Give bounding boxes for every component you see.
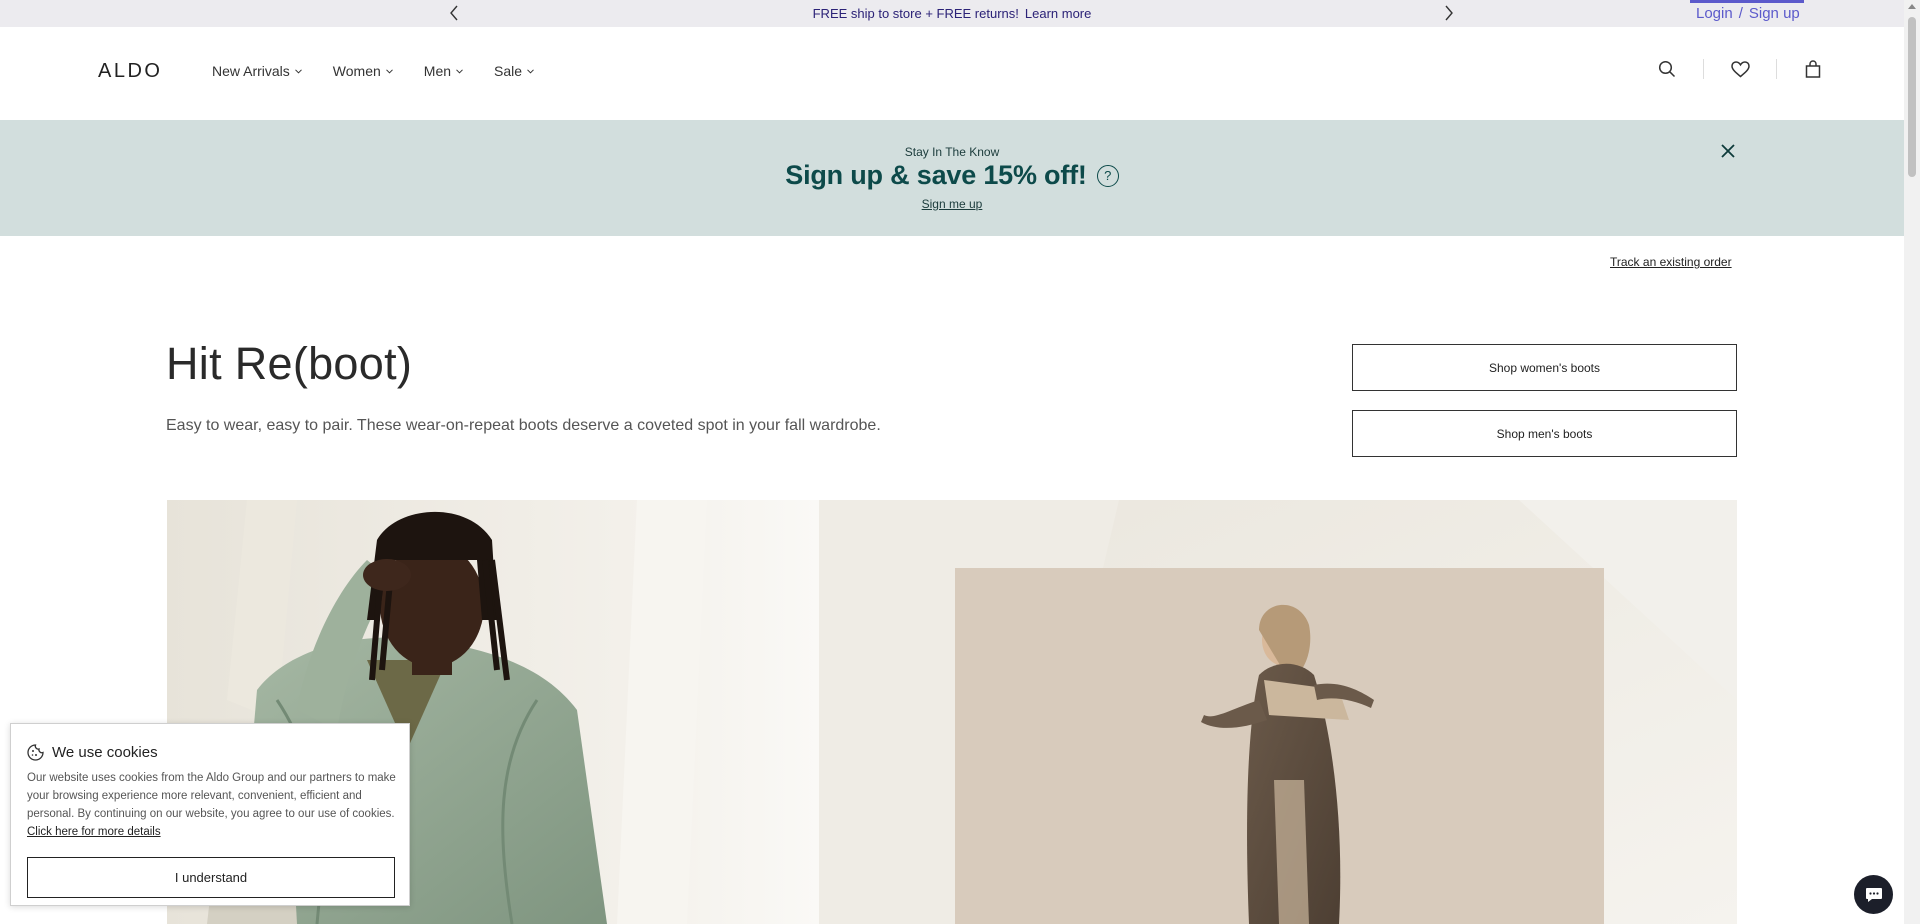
main-nav: New Arrivals Women Men Sale — [212, 63, 565, 79]
promo-bar: FREE ship to store + FREE returns! Learn … — [0, 0, 1904, 27]
cookie-accept-button[interactable]: I understand — [27, 857, 395, 898]
signup-link-wrap: Sign me up — [0, 197, 1904, 211]
hero-image-women — [819, 500, 1737, 924]
nav-label: Men — [423, 63, 452, 79]
cookie-title: We use cookies — [52, 744, 158, 761]
chevron-down-icon — [527, 68, 534, 74]
login-link[interactable]: Login — [1696, 5, 1733, 22]
shop-womens-boots-button[interactable]: Shop women's boots — [1352, 344, 1737, 391]
hero-subtitle: Easy to wear, easy to pair. These wear-o… — [166, 417, 881, 434]
scrollbar-thumb[interactable] — [1908, 17, 1916, 177]
cookie-text: Our website uses cookies from the Aldo G… — [27, 772, 396, 820]
page-scrollbar[interactable] — [1904, 0, 1920, 924]
promo-learn-more-link[interactable]: Learn more — [1025, 6, 1091, 21]
scroll-up-arrow-icon[interactable] — [1908, 4, 1916, 9]
aldo-logo[interactable]: ALDO — [98, 60, 184, 85]
signup-link[interactable]: Sign up — [1749, 5, 1800, 22]
icon-divider — [1776, 59, 1777, 79]
nav-women[interactable]: Women — [333, 63, 393, 79]
chevron-down-icon — [294, 68, 302, 74]
site-header: ALDO New Arrivals Women Men Sale — [0, 27, 1904, 120]
chevron-down-icon — [456, 68, 463, 74]
account-separator: / — [1738, 5, 1743, 22]
shop-mens-boots-button[interactable]: Shop men's boots — [1352, 410, 1737, 457]
nav-label: Women — [332, 63, 381, 79]
help-icon[interactable]: ? — [1096, 164, 1119, 187]
promo-message: FREE ship to store + FREE returns! — [812, 6, 1019, 21]
nav-new-arrivals[interactable]: New Arrivals — [212, 63, 302, 79]
chevron-down-icon — [385, 68, 393, 74]
signup-title-row: Sign up & save 15% off! ? — [0, 160, 1904, 191]
account-links: Login / Sign up — [1690, 0, 1804, 27]
nav-label: Sale — [494, 63, 523, 79]
cookie-header: We use cookies — [27, 744, 158, 761]
close-icon[interactable] — [1718, 141, 1738, 161]
cookie-consent-card: We use cookies Our website uses cookies … — [10, 723, 410, 906]
signup-kicker: Stay In The Know — [904, 145, 1000, 159]
nav-men[interactable]: Men — [424, 63, 463, 79]
search-icon[interactable] — [1655, 57, 1679, 81]
heart-icon[interactable] — [1728, 57, 1752, 81]
chat-bubble-icon — [1865, 887, 1882, 902]
promo-next-arrow-icon[interactable] — [1440, 4, 1458, 22]
signup-title: Sign up & save 15% off! — [785, 160, 1087, 190]
icon-divider — [1703, 59, 1704, 79]
promo-message-wrap: FREE ship to store + FREE returns! Learn … — [0, 6, 1904, 21]
track-order-link[interactable]: Track an existing order — [1610, 255, 1732, 269]
chat-button[interactable] — [1854, 875, 1893, 914]
hero-title: Hit Re(boot) — [166, 338, 413, 389]
signup-banner: Stay In The Know Sign up & save 15% off!… — [0, 120, 1904, 236]
logo-text: ALDO — [98, 60, 162, 80]
nav-sale[interactable]: Sale — [494, 63, 534, 79]
bag-icon[interactable] — [1801, 57, 1825, 81]
cookie-icon — [27, 744, 44, 761]
cookie-body: Our website uses cookies from the Aldo G… — [27, 769, 401, 841]
sign-me-up-link[interactable]: Sign me up — [922, 197, 983, 211]
cookie-details-link[interactable]: Click here for more details — [27, 826, 161, 838]
header-icons — [1655, 57, 1825, 81]
nav-label: New Arrivals — [212, 63, 290, 79]
